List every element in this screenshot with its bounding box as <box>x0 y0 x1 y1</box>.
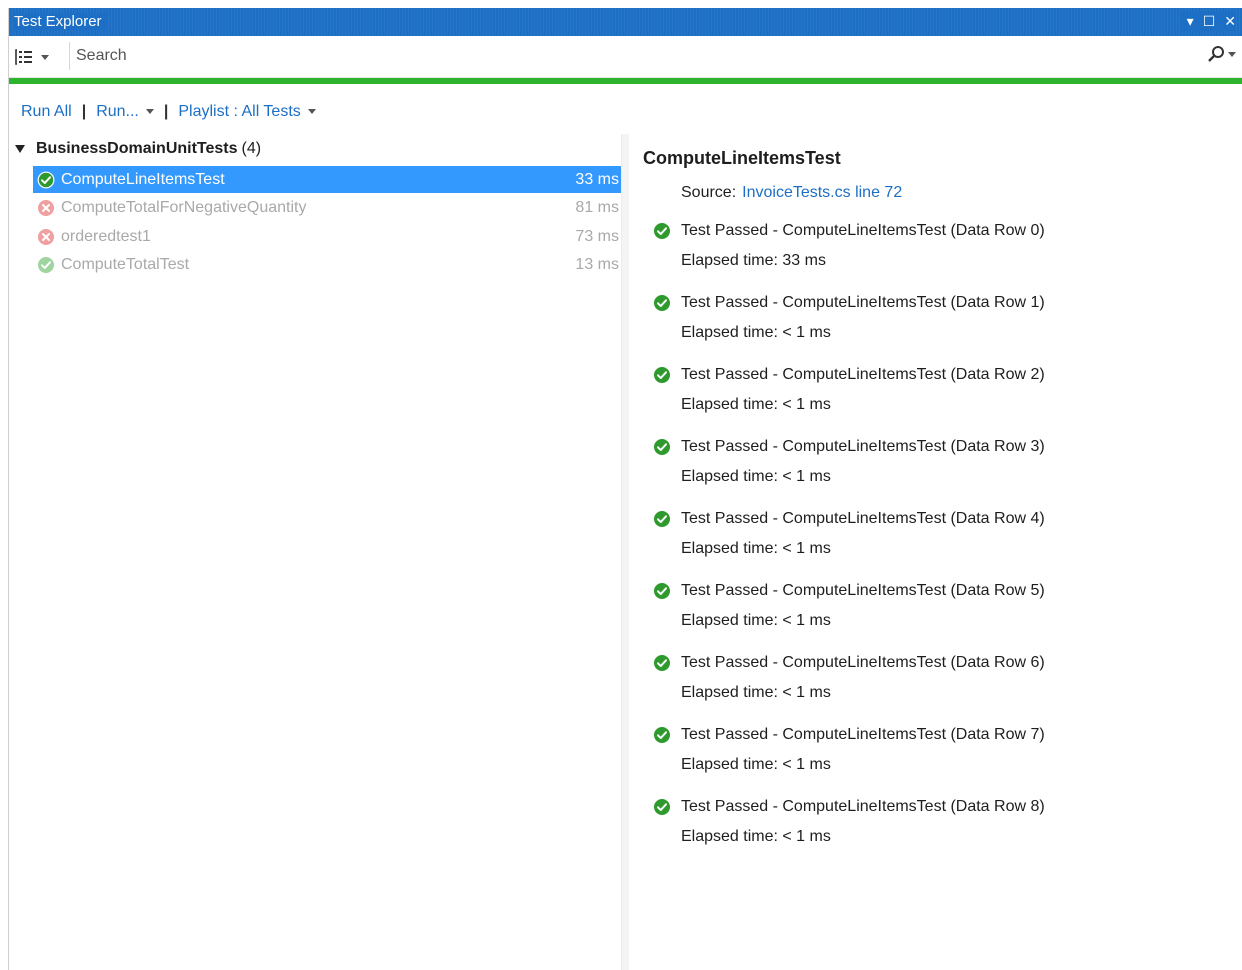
test-explorer-window: Test Explorer ▾ ☐ ✕ Search Run All | Run… <box>8 8 1242 970</box>
chevron-down-icon <box>41 54 49 60</box>
separator: | <box>163 103 169 120</box>
chevron-down-icon <box>307 109 316 115</box>
result-text: Test Passed - ComputeLineItemsTest (Data… <box>681 510 1045 527</box>
check-circle-icon <box>653 294 671 312</box>
test-group-header[interactable]: BusinessDomainUnitTests (4) <box>15 138 261 160</box>
test-result-entry: Test Passed - ComputeLineItemsTest (Data… <box>653 364 1045 416</box>
test-row[interactable]: orderedtest1 73 ms <box>33 223 621 250</box>
search-button[interactable] <box>1207 45 1236 63</box>
result-text: Test Passed - ComputeLineItemsTest (Data… <box>681 222 1045 239</box>
test-result-entry: Test Passed - ComputeLineItemsTest (Data… <box>653 724 1045 776</box>
check-circle-icon <box>37 171 55 189</box>
elapsed-time: Elapsed time: < 1 ms <box>681 756 831 773</box>
result-text: Test Passed - ComputeLineItemsTest (Data… <box>681 798 1045 815</box>
test-row[interactable]: ComputeTotalForNegativeQuantity 81 ms <box>33 194 621 221</box>
test-result-entry: Test Passed - ComputeLineItemsTest (Data… <box>653 580 1045 632</box>
search-icon <box>1208 46 1224 62</box>
elapsed-time: Elapsed time: 33 ms <box>681 252 826 269</box>
run-menu[interactable]: Run... <box>96 103 154 121</box>
result-text: Test Passed - ComputeLineItemsTest (Data… <box>681 438 1045 455</box>
source-line: Source: InvoiceTests.cs line 72 <box>681 184 902 202</box>
search-box <box>69 42 1240 70</box>
toolbar <box>9 36 1242 78</box>
result-text: Test Passed - ComputeLineItemsTest (Data… <box>681 654 1045 671</box>
x-circle-icon <box>37 228 55 246</box>
group-count: (4) <box>241 140 262 157</box>
check-circle-icon <box>653 222 671 240</box>
test-duration: 33 ms <box>575 170 619 188</box>
dropdown-icon[interactable]: ▾ <box>1187 11 1194 31</box>
check-circle-icon <box>653 582 671 600</box>
result-line: Test Passed - ComputeLineItemsTest (Data… <box>653 724 1045 746</box>
maximize-icon[interactable]: ☐ <box>1203 11 1216 31</box>
check-circle-icon <box>653 510 671 528</box>
result-line: Test Passed - ComputeLineItemsTest (Data… <box>653 652 1045 674</box>
test-row[interactable]: ComputeLineItemsTest 33 ms <box>33 166 621 193</box>
window-controls: ▾ ☐ ✕ <box>1180 11 1236 31</box>
x-circle-icon <box>37 199 55 217</box>
group-by-icon <box>15 49 32 65</box>
test-name: orderedtest1 <box>61 227 151 245</box>
test-result-entry: Test Passed - ComputeLineItemsTest (Data… <box>653 292 1045 344</box>
test-list-pane: BusinessDomainUnitTests (4) ComputeLineI… <box>9 134 621 970</box>
source-link[interactable]: InvoiceTests.cs line 72 <box>742 184 902 201</box>
separator: | <box>81 103 87 120</box>
result-line: Test Passed - ComputeLineItemsTest (Data… <box>653 436 1045 458</box>
test-name: ComputeTotalTest <box>61 255 190 273</box>
result-line: Test Passed - ComputeLineItemsTest (Data… <box>653 292 1045 314</box>
check-circle-icon <box>653 438 671 456</box>
result-line: Test Passed - ComputeLineItemsTest (Data… <box>653 796 1045 818</box>
collapse-triangle-icon[interactable] <box>15 145 25 153</box>
elapsed-time: Elapsed time: < 1 ms <box>681 828 831 845</box>
detail-title: ComputeLineItemsTest <box>643 148 841 168</box>
run-bar: Run All | Run... | Playlist : All Tests <box>21 100 316 124</box>
test-duration: 13 ms <box>575 255 619 273</box>
result-text: Test Passed - ComputeLineItemsTest (Data… <box>681 726 1045 743</box>
result-line: Test Passed - ComputeLineItemsTest (Data… <box>653 364 1045 386</box>
test-name: ComputeTotalForNegativeQuantity <box>61 198 307 216</box>
test-result-entry: Test Passed - ComputeLineItemsTest (Data… <box>653 508 1045 560</box>
elapsed-time: Elapsed time: < 1 ms <box>681 684 831 701</box>
elapsed-time: Elapsed time: < 1 ms <box>681 468 831 485</box>
chevron-down-icon <box>1228 51 1236 57</box>
test-detail-pane: ComputeLineItemsTest Source: InvoiceTests… <box>629 134 1242 970</box>
search-input[interactable] <box>70 42 1200 70</box>
title-bar: Test Explorer ▾ ☐ ✕ <box>9 8 1242 36</box>
test-row[interactable]: ComputeTotalTest 13 ms <box>33 251 621 278</box>
progress-bar <box>9 78 1242 84</box>
group-name: BusinessDomainUnitTests <box>36 140 238 157</box>
elapsed-time: Elapsed time: < 1 ms <box>681 612 831 629</box>
run-label: Run... <box>96 103 139 120</box>
check-circle-icon <box>653 726 671 744</box>
result-line: Test Passed - ComputeLineItemsTest (Data… <box>653 580 1045 602</box>
result-text: Test Passed - ComputeLineItemsTest (Data… <box>681 582 1045 599</box>
close-icon[interactable]: ✕ <box>1224 11 1236 31</box>
result-line: Test Passed - ComputeLineItemsTest (Data… <box>653 508 1045 530</box>
test-result-entry: Test Passed - ComputeLineItemsTest (Data… <box>653 796 1045 848</box>
test-result-entry: Test Passed - ComputeLineItemsTest (Data… <box>653 652 1045 704</box>
test-duration: 81 ms <box>575 198 619 216</box>
check-circle-icon <box>653 798 671 816</box>
test-duration: 73 ms <box>575 227 619 245</box>
test-result-entry: Test Passed - ComputeLineItemsTest (Data… <box>653 436 1045 488</box>
test-name: ComputeLineItemsTest <box>61 170 225 188</box>
elapsed-time: Elapsed time: < 1 ms <box>681 540 831 557</box>
window-title: Test Explorer <box>14 13 108 30</box>
elapsed-time: Elapsed time: < 1 ms <box>681 396 831 413</box>
source-label: Source: <box>681 184 737 201</box>
pane-splitter[interactable] <box>621 134 629 970</box>
group-by-button[interactable] <box>15 44 65 70</box>
check-circle-icon <box>653 654 671 672</box>
run-all-link[interactable]: Run All <box>21 103 72 121</box>
result-line: Test Passed - ComputeLineItemsTest (Data… <box>653 220 1045 242</box>
chevron-down-icon <box>145 109 154 115</box>
result-text: Test Passed - ComputeLineItemsTest (Data… <box>681 366 1045 383</box>
test-result-entry: Test Passed - ComputeLineItemsTest (Data… <box>653 220 1045 272</box>
check-circle-icon <box>653 366 671 384</box>
result-text: Test Passed - ComputeLineItemsTest (Data… <box>681 294 1045 311</box>
check-circle-icon <box>37 256 55 274</box>
playlist-label: Playlist : All Tests <box>178 103 301 120</box>
playlist-menu[interactable]: Playlist : All Tests <box>178 103 316 121</box>
elapsed-time: Elapsed time: < 1 ms <box>681 324 831 341</box>
